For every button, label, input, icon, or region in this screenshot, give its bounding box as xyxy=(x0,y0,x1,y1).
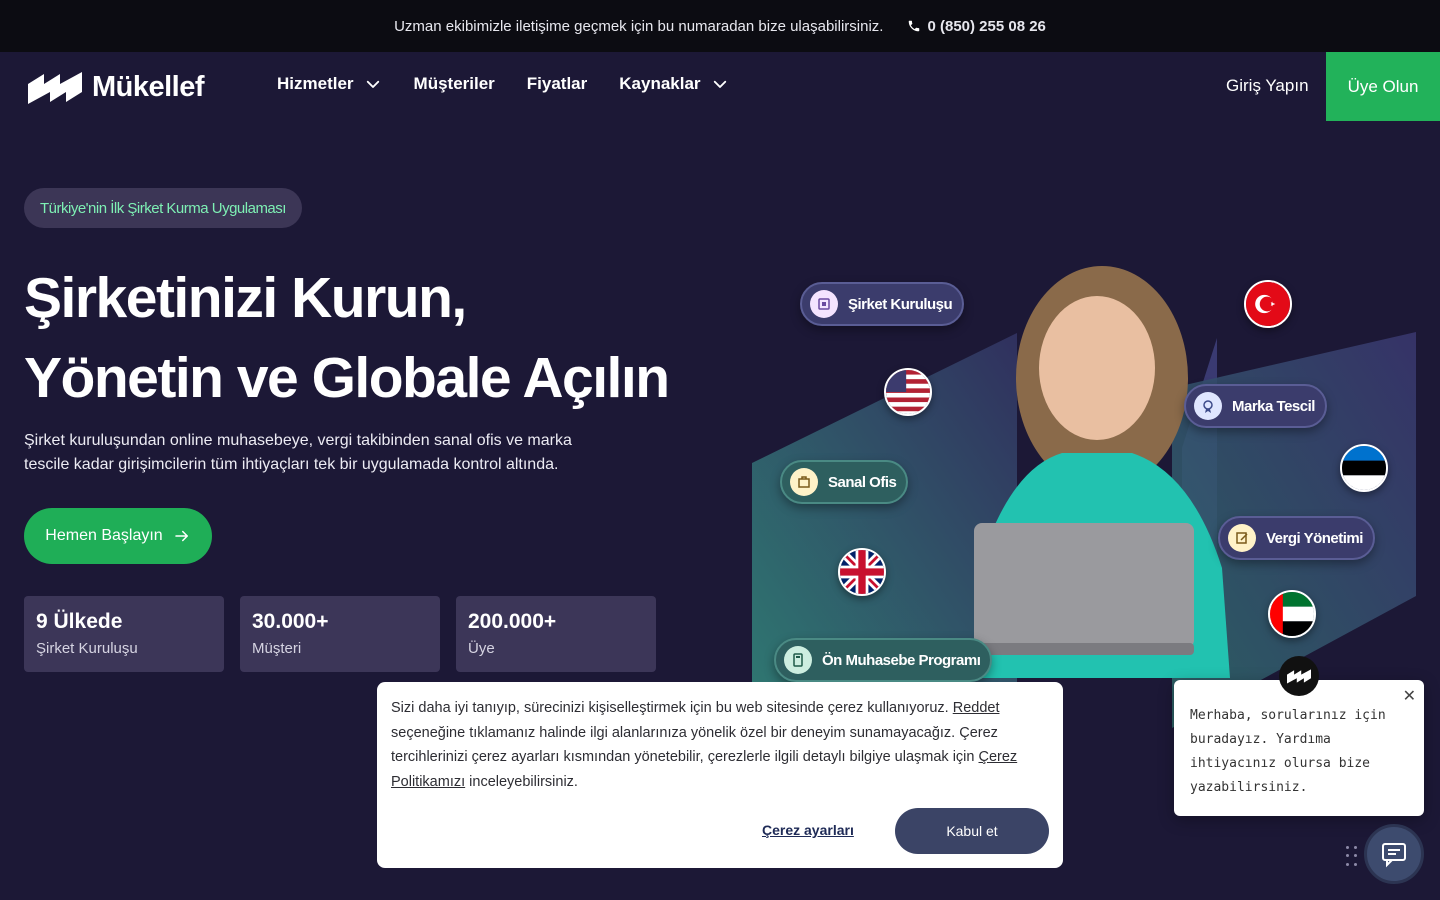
chip-label: Şirket Kuruluşu xyxy=(848,295,953,313)
hero-description: Şirket kuruluşundan online muhasebeye, v… xyxy=(24,432,572,473)
uae-flag-icon xyxy=(1268,590,1316,638)
chip-label: Vergi Yönetimi xyxy=(1266,529,1363,547)
chip-vergi-yonetimi: Vergi Yönetimi xyxy=(1218,516,1375,560)
cookie-text-part: seçeneğine tıklamanız halinde ilgi alanl… xyxy=(391,724,998,766)
reject-link[interactable]: Reddet xyxy=(953,700,1000,716)
award-icon xyxy=(1203,400,1213,413)
hero-badge: Türkiye'nin İlk Şirket Kurma Uygulaması xyxy=(24,188,302,228)
cookie-text-part: Sizi daha iyi tanıyıp, sürecinizi kişise… xyxy=(391,700,949,716)
stat-label: Üye xyxy=(468,640,495,657)
chat-popup: ✕ Merhaba, sorularınız için buradayız. Y… xyxy=(1174,680,1424,816)
estonia-flag-icon xyxy=(1340,444,1388,492)
stat-value: 9 Ülkede xyxy=(36,610,123,633)
nav-item-fiyatlar[interactable]: Fiyatlar xyxy=(527,74,587,94)
calculator-icon xyxy=(793,653,803,667)
stat-value: 30.000+ xyxy=(252,610,329,633)
chip-label: Marka Tescil xyxy=(1232,397,1315,415)
stat-value: 200.000+ xyxy=(468,610,557,633)
stats-row: 9 Ülkede Şirket Kuruluşu 30.000+ Müşteri… xyxy=(24,596,656,672)
login-link[interactable]: Giriş Yapın xyxy=(1226,76,1309,96)
office-icon xyxy=(798,476,810,488)
uk-flag-icon xyxy=(838,548,886,596)
nav-links: Hizmetler Müşteriler Fiyatlar Kaynaklar xyxy=(277,74,729,94)
chip-label: Sanal Ofis xyxy=(828,473,897,491)
chip-label: Ön Muhasebe Programı xyxy=(822,651,981,669)
building-icon xyxy=(818,298,830,310)
nav-item-label: Kaynaklar xyxy=(619,74,701,93)
chat-open-button[interactable] xyxy=(1364,824,1424,884)
hero-illustration: Şirket Kuruluşu Marka Tescil Sanal Ofis … xyxy=(752,258,1440,728)
hero-title-line2: Yönetin ve Globale Açılın xyxy=(24,346,670,410)
nav-item-label: Fiyatlar xyxy=(526,74,588,93)
logo-text: Mükellef xyxy=(92,70,205,103)
hero-title: Şirketinizi Kurun, Yönetin ve Globale Aç… xyxy=(24,258,704,418)
cookie-text: Sizi daha iyi tanıyıp, sürecinizi kişise… xyxy=(391,696,1049,794)
arrow-right-icon xyxy=(174,530,188,542)
nav-item-label: Hizmetler xyxy=(277,74,354,93)
nav-item-kaynaklar[interactable]: Kaynaklar xyxy=(619,74,728,94)
stat-card: 200.000+ Üye xyxy=(456,596,656,672)
cookie-text-part: inceleyebilirsiniz. xyxy=(469,773,578,790)
usa-flag-icon xyxy=(884,368,932,416)
chevron-down-icon xyxy=(713,80,726,88)
contact-message: Uzman ekibimizle iletişime geçmek için b… xyxy=(394,17,884,35)
cookie-settings-link[interactable]: Çerez ayarları xyxy=(762,822,854,838)
get-started-button[interactable]: Hemen Başlayın xyxy=(24,508,212,564)
stat-card: 9 Ülkede Şirket Kuruluşu xyxy=(24,596,224,672)
chip-sanal-ofis: Sanal Ofis xyxy=(780,460,909,504)
nav-item-label: Müşteriler xyxy=(413,74,495,93)
chevron-down-icon xyxy=(366,80,379,88)
chat-icon xyxy=(1382,843,1406,868)
chat-message: Merhaba, sorularınız için buradayız. Yar… xyxy=(1190,708,1386,795)
get-started-label: Hemen Başlayın xyxy=(45,527,163,544)
main-navigation: Mükellef Hizmetler Müşteriler Fiyatlar K… xyxy=(0,52,1440,121)
stat-label: Müşteri xyxy=(252,640,302,657)
nav-item-hizmetler[interactable]: Hizmetler xyxy=(277,74,382,94)
nav-item-musteriler[interactable]: Müşteriler xyxy=(414,74,495,94)
logo[interactable]: Mükellef xyxy=(28,70,205,104)
accept-cookies-button[interactable]: Kabul et xyxy=(895,808,1049,854)
drag-handle[interactable] xyxy=(1346,846,1358,868)
close-icon[interactable]: ✕ xyxy=(1403,684,1416,708)
edit-icon xyxy=(1236,532,1248,544)
hero-title-line1: Şirketinizi Kurun, xyxy=(24,266,467,330)
chip-on-muhasebe: Ön Muhasebe Programı xyxy=(774,638,993,682)
cookie-banner: Sizi daha iyi tanıyıp, sürecinizi kişise… xyxy=(377,682,1063,868)
phone-icon xyxy=(909,20,920,32)
chip-marka-tescil: Marka Tescil xyxy=(1184,384,1327,428)
laptop xyxy=(974,523,1194,648)
chat-avatar xyxy=(1279,656,1319,696)
phone-link[interactable]: 0 (850) 255 08 26 xyxy=(907,17,1046,35)
logo-icon xyxy=(28,72,82,104)
person-face xyxy=(1039,296,1155,440)
logo-icon xyxy=(1287,669,1311,684)
phone-number: 0 (850) 255 08 26 xyxy=(927,17,1046,35)
signup-button[interactable]: Üye Olun xyxy=(1326,52,1440,121)
stat-card: 30.000+ Müşteri xyxy=(240,596,440,672)
top-bar: Uzman ekibimizle iletişime geçmek için b… xyxy=(0,0,1440,52)
chip-sirket-kurulusu: Şirket Kuruluşu xyxy=(800,282,965,326)
turkey-flag-icon xyxy=(1244,280,1292,328)
stat-label: Şirket Kuruluşu xyxy=(36,640,138,657)
